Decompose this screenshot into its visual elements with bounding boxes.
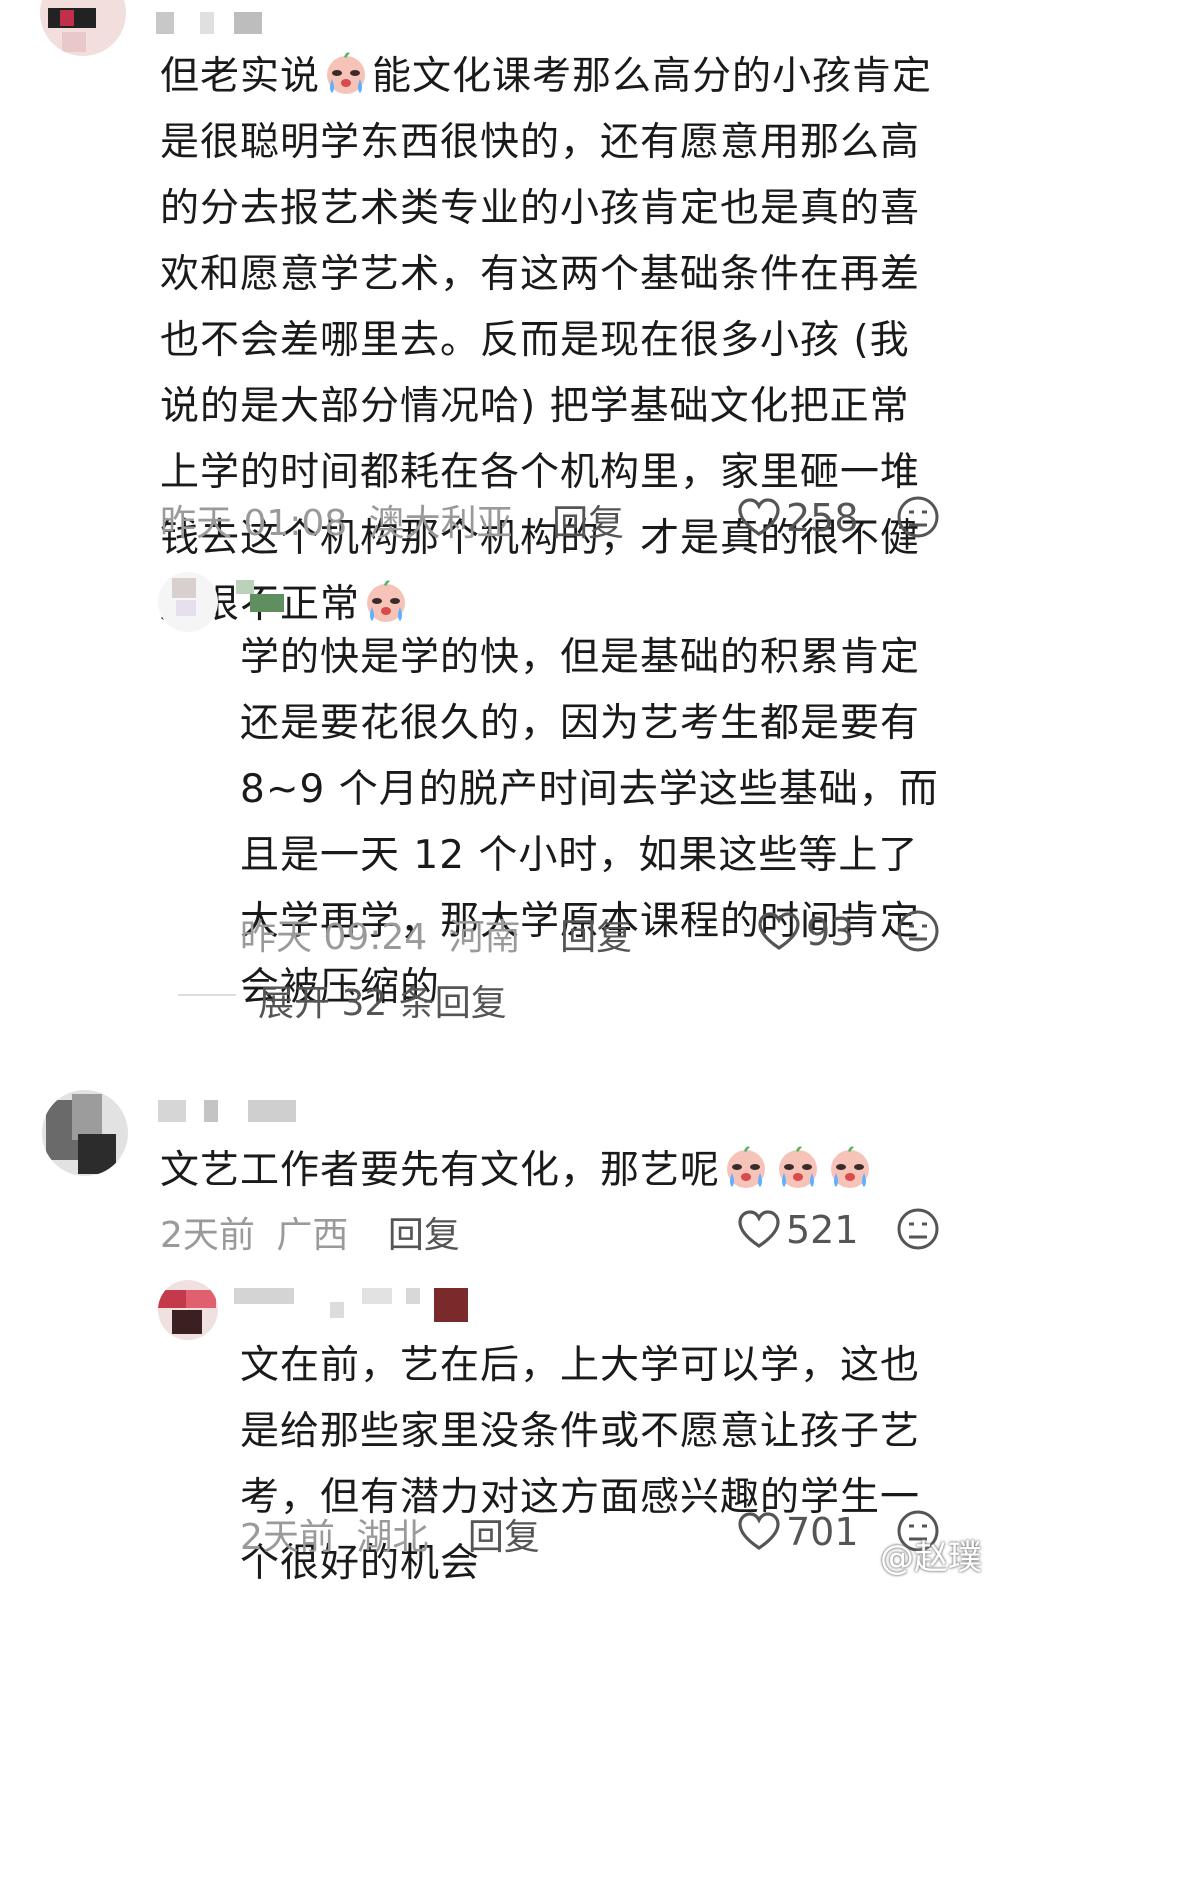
like-count: 258 <box>786 496 859 540</box>
reply-meta: 2天前 湖北 回复 <box>240 1508 540 1560</box>
avatar[interactable] <box>42 1090 128 1176</box>
timestamp: 昨天 01:08 <box>160 503 348 544</box>
comment-text: 文艺工作者要先有文化，那艺呢 <box>160 1138 940 1204</box>
reply-text: 学的快是学的快，但是基础的积累肯定还是要花很久的，因为艺考生都是要有 8~9 个… <box>240 635 939 1010</box>
username-blurred[interactable] <box>156 12 276 34</box>
timestamp: 昨天 09:24 <box>240 917 428 958</box>
avatar[interactable] <box>40 0 126 56</box>
dislike-icon[interactable] <box>895 1206 941 1252</box>
expand-replies-button[interactable]: 展开 32 条回复 <box>258 974 507 1026</box>
heart-icon <box>738 1512 780 1550</box>
location: 澳大利亚 <box>368 503 513 544</box>
reply-button[interactable]: 回复 <box>552 503 624 544</box>
dislike-icon[interactable] <box>895 494 941 540</box>
avatar[interactable] <box>158 572 218 632</box>
reply-button[interactable]: 回复 <box>388 1215 460 1256</box>
heart-icon <box>738 1210 780 1248</box>
like-count: 93 <box>806 910 855 954</box>
watermark: @赵璞 <box>880 1538 982 1578</box>
reply-button[interactable]: 回复 <box>560 917 632 958</box>
crying-face-emoji <box>362 577 410 625</box>
crying-face-emoji <box>722 1143 770 1191</box>
heart-icon <box>738 498 780 536</box>
divider <box>178 994 236 996</box>
like-button[interactable]: 93 <box>758 910 854 954</box>
avatar[interactable] <box>158 1280 218 1340</box>
like-button[interactable]: 521 <box>738 1208 859 1252</box>
username-blurred[interactable] <box>234 1288 474 1322</box>
like-count: 521 <box>786 1208 859 1252</box>
comment-meta: 昨天 01:08 澳大利亚 回复 <box>160 494 624 546</box>
location: 广西 <box>276 1215 349 1256</box>
timestamp: 2天前 <box>240 1517 335 1558</box>
username-blurred[interactable] <box>158 1100 298 1122</box>
like-count: 701 <box>786 1510 859 1554</box>
crying-face-emoji <box>322 49 370 97</box>
location: 河南 <box>448 917 521 958</box>
reply-meta: 昨天 09:24 河南 回复 <box>240 908 632 960</box>
dislike-icon[interactable] <box>895 908 941 954</box>
comment-text: 但老实说 能文化课考那么高分的小孩肯定是很聪明学东西很快的，还有愿意用那么高的分去… <box>160 44 940 638</box>
location: 湖北 <box>356 1517 429 1558</box>
like-button[interactable]: 258 <box>738 496 859 540</box>
username-blurred[interactable] <box>236 580 296 612</box>
like-button[interactable]: 701 <box>738 1510 859 1554</box>
reply-button[interactable]: 回复 <box>468 1517 540 1558</box>
timestamp: 2天前 <box>160 1215 255 1256</box>
heart-icon <box>758 912 800 950</box>
crying-face-emoji <box>774 1143 822 1191</box>
comment-meta: 2天前 广西 回复 <box>160 1206 460 1258</box>
crying-face-emoji <box>826 1143 874 1191</box>
